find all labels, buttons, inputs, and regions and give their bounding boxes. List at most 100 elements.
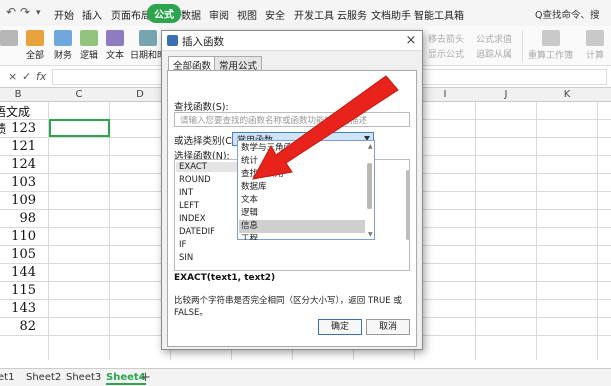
menu-item-review[interactable]: 审阅: [209, 7, 229, 22]
command-search[interactable]: Q查找命令、搜: [535, 7, 599, 21]
fx-icon[interactable]: fx: [36, 70, 46, 83]
function-search-input[interactable]: 请输入您要查找的函数名称或函数功能的简要描述: [174, 112, 410, 127]
column-header-k[interactable]: K: [537, 89, 597, 100]
cancel-icon[interactable]: ×: [8, 70, 17, 83]
grid-line: [536, 102, 537, 360]
all-functions-label: 全部: [26, 51, 45, 61]
dropdown-option-math[interactable]: 数学与三角函数: [239, 142, 365, 155]
recalc-icon: [541, 30, 560, 46]
menu-item-page-layout[interactable]: 页面布局: [111, 7, 151, 22]
insert-function-button[interactable]: [0, 30, 18, 48]
cell-b9[interactable]: 105: [0, 247, 48, 262]
menu-item-formulas[interactable]: 公式: [147, 4, 181, 23]
evaluate-formula-button[interactable]: 公式求值: [476, 32, 512, 45]
recalculate-workbook-button[interactable]: 重算工作簿: [528, 30, 573, 61]
ribbon-separator: [522, 30, 523, 62]
dropdown-option-statistics[interactable]: 统计: [239, 155, 365, 168]
ok-button[interactable]: 确定: [318, 319, 362, 335]
add-sheet-button[interactable]: +: [140, 370, 151, 385]
cell-b8[interactable]: 110: [0, 229, 48, 244]
list-item-round[interactable]: ROUND: [179, 175, 211, 185]
menu-item-data[interactable]: 数据: [181, 7, 201, 22]
cell-b3[interactable]: 121: [0, 139, 48, 154]
logical-button[interactable]: 逻辑: [80, 30, 98, 61]
menu-bar: ↶ ↷ ▾ 开始 插入 页面布局 公式 数据 审阅 视图 安全 开发工具 云服务…: [0, 0, 611, 26]
category-dropdown: 数学与三角函数 统计 查找与引用 数据库 文本 逻辑 信息 工程 ▲ ▼: [237, 140, 375, 240]
grid-line: [48, 102, 49, 360]
close-icon[interactable]: ×: [400, 31, 422, 50]
text-label: 文本: [106, 51, 125, 61]
function-signature: EXACT(text1, text2): [174, 273, 276, 283]
menu-item-doc-assistant[interactable]: 文档助手: [371, 7, 411, 22]
column-header-i[interactable]: I: [415, 89, 475, 100]
remove-arrows-button[interactable]: 移去箭头: [428, 32, 464, 45]
dropdown-scrollbar[interactable]: [367, 163, 372, 209]
cell-b12[interactable]: 143: [0, 301, 48, 316]
menu-item-insert[interactable]: 插入: [82, 7, 102, 22]
column-header-b[interactable]: B: [0, 89, 48, 100]
text-icon: [106, 30, 124, 46]
column-header-c[interactable]: C: [49, 89, 109, 100]
dropdown-option-database[interactable]: 数据库: [239, 181, 365, 194]
scroll-down-icon[interactable]: ▼: [368, 231, 373, 238]
list-item-int[interactable]: INT: [179, 188, 193, 198]
list-item-datedif[interactable]: DATEDIF: [179, 227, 215, 237]
cancel-button[interactable]: 取消: [366, 319, 410, 335]
financial-button[interactable]: 财务: [54, 30, 72, 61]
calculate-label: 计算: [586, 51, 605, 61]
menu-item-developer[interactable]: 开发工具: [294, 7, 334, 22]
tab-common-formulas[interactable]: 常用公式: [214, 56, 263, 72]
dropdown-option-lookup[interactable]: 查找与引用: [239, 168, 365, 181]
text-button[interactable]: 文本: [106, 30, 124, 61]
sheet-tab-3[interactable]: Sheet3: [66, 372, 101, 383]
cell-b10[interactable]: 144: [0, 265, 48, 280]
cell-b5[interactable]: 103: [0, 175, 48, 190]
scroll-up-icon[interactable]: ▲: [368, 143, 373, 150]
list-item-index[interactable]: INDEX: [179, 214, 206, 224]
confirm-icon[interactable]: ✓: [22, 70, 31, 83]
search-placeholder: 请输入您要查找的函数名称或函数功能的简要描述: [180, 116, 368, 126]
search-label: 查找函数(S):: [174, 102, 229, 113]
financial-label: 财务: [54, 51, 73, 61]
redo-icon[interactable]: ↷: [20, 5, 30, 19]
recalc-label: 重算工作簿: [528, 51, 574, 61]
menu-item-smart-tools[interactable]: 智能工具箱: [414, 7, 464, 22]
sum-icon: [26, 30, 44, 46]
menu-item-security[interactable]: 安全: [265, 7, 285, 22]
calculate-button[interactable]: 计算: [586, 30, 604, 61]
dropdown-option-information[interactable]: 信息: [239, 220, 365, 233]
cell-b7[interactable]: 98: [0, 211, 48, 226]
finance-icon: [54, 30, 72, 46]
all-functions-button[interactable]: 全部: [26, 30, 44, 61]
menu-item-view[interactable]: 视图: [237, 7, 257, 22]
dropdown-option-text[interactable]: 文本: [239, 194, 365, 207]
dropdown-option-engineering[interactable]: 工程: [239, 233, 365, 240]
trace-dependents-button[interactable]: 追踪从属: [476, 47, 512, 60]
calendar-icon: [139, 30, 157, 46]
selected-cell-c2[interactable]: [49, 119, 110, 137]
sheet-tab-2[interactable]: Sheet2: [26, 372, 61, 383]
dialog-title-bar[interactable]: 插入函数 ×: [162, 31, 422, 51]
menu-item-cloud[interactable]: 云服务: [337, 7, 367, 22]
sheet-tab-1[interactable]: et1: [0, 372, 14, 383]
menu-item-home[interactable]: 开始: [54, 7, 74, 22]
cell-b13[interactable]: 82: [0, 319, 48, 334]
grid-line: [475, 102, 476, 360]
quick-access-dropdown-icon[interactable]: ▾: [36, 8, 41, 18]
cell-b11[interactable]: 115: [0, 283, 48, 298]
list-item-sin[interactable]: SIN: [179, 253, 193, 263]
function-list-scrollbar[interactable]: [406, 170, 410, 240]
cell-b2[interactable]: 123: [0, 121, 48, 136]
insert-function-dialog: 插入函数 × 全部函数 常用公式 查找函数(S): 请输入您要查找的函数名称或函…: [161, 30, 423, 350]
column-header-j[interactable]: J: [476, 89, 536, 100]
undo-icon[interactable]: ↶: [6, 5, 16, 19]
cell-b6[interactable]: 109: [0, 193, 48, 208]
logic-icon: [80, 30, 98, 46]
list-item-left[interactable]: LEFT: [179, 201, 199, 211]
list-item-if[interactable]: IF: [179, 240, 186, 250]
show-formulas-button[interactable]: 显示公式: [428, 47, 464, 60]
logical-label: 逻辑: [80, 51, 99, 61]
cell-b4[interactable]: 124: [0, 157, 48, 172]
tab-all-functions[interactable]: 全部函数: [168, 56, 217, 72]
dropdown-option-logical[interactable]: 逻辑: [239, 207, 365, 220]
